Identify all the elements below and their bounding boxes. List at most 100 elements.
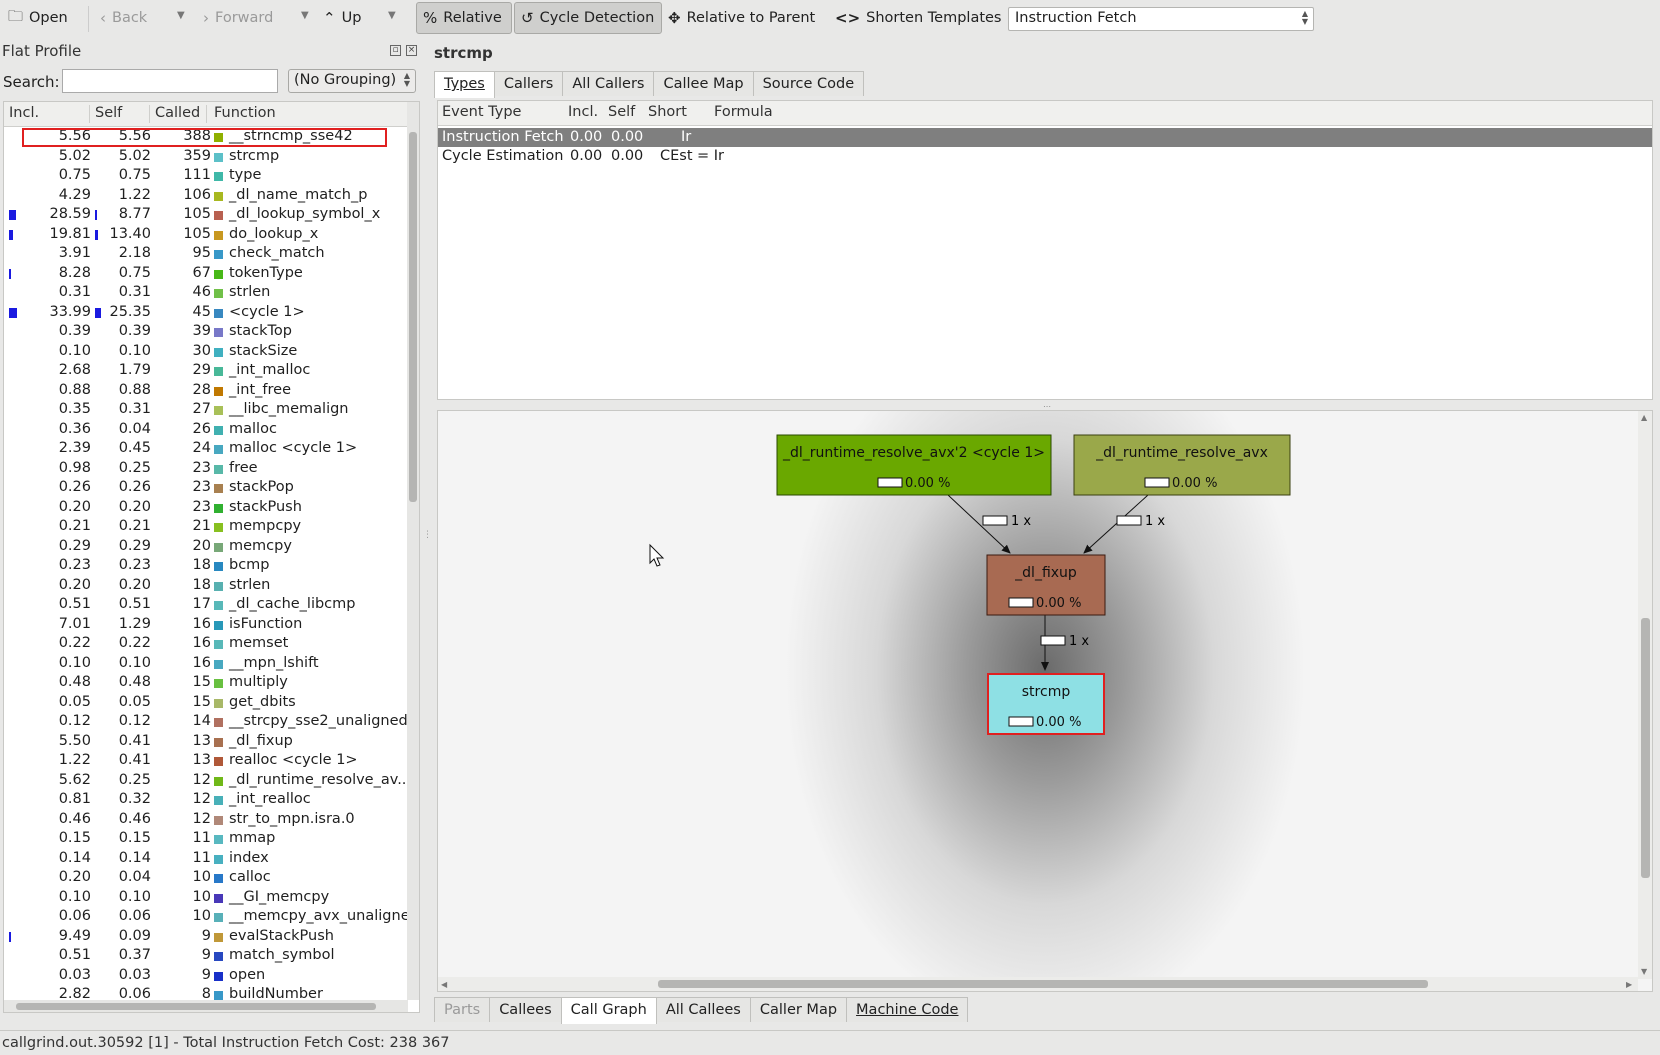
table-row[interactable]: 0.14 0.14 11 index	[4, 849, 408, 869]
table-row[interactable]: 5.50 0.41 13 _dl_fixup	[4, 732, 408, 752]
graph-node-dl-fixup[interactable]: _dl_fixup 0.00 %	[986, 554, 1106, 616]
tab-all-callees[interactable]: All Callees	[655, 997, 751, 1022]
table-row[interactable]: 0.10 0.10 16 __mpn_lshift	[4, 654, 408, 674]
tab-caller-map[interactable]: Caller Map	[749, 997, 848, 1022]
scroll-thumb[interactable]	[16, 1003, 376, 1010]
table-row[interactable]: 2.39 0.45 24 malloc <cycle 1>	[4, 439, 408, 459]
col-incl[interactable]: Incl.	[568, 104, 598, 120]
col-self[interactable]: Self	[95, 105, 122, 121]
col-function[interactable]: Function	[214, 105, 276, 121]
tab-source-code[interactable]: Source Code	[752, 71, 865, 96]
table-row[interactable]: 0.12 0.12 14 __strcpy_sse2_unaligned	[4, 712, 408, 732]
type-row-cycle-estimation[interactable]: Cycle Estimation 0.00 0.00 CEst = Ir	[438, 147, 1652, 166]
type-row-instruction-fetch[interactable]: Instruction Fetch 0.00 0.00 Ir	[438, 128, 1652, 147]
table-row[interactable]: 0.03 0.03 9 open	[4, 966, 408, 986]
tab-callee-map[interactable]: Callee Map	[653, 71, 754, 96]
scroll-left-icon[interactable]: ◀	[441, 980, 447, 989]
table-row[interactable]: 28.59 8.77 105 _dl_lookup_symbol_x	[4, 205, 408, 225]
table-row[interactable]: 0.29 0.29 20 memcpy	[4, 537, 408, 557]
forward-button[interactable]: › Forward	[203, 4, 273, 32]
table-row[interactable]: 0.20 0.04 10 calloc	[4, 868, 408, 888]
table-row[interactable]: 0.35 0.31 27 __libc_memalign	[4, 400, 408, 420]
table-row[interactable]: 0.48 0.48 15 multiply	[4, 673, 408, 693]
table-row[interactable]: 0.46 0.46 12 str_to_mpn.isra.0	[4, 810, 408, 830]
table-row[interactable]: 5.02 5.02 359 strcmp	[4, 147, 408, 167]
graph-node-strcmp[interactable]: strcmp 0.00 %	[987, 673, 1105, 735]
col-incl[interactable]: Incl.	[9, 105, 39, 121]
panel-splitter-handle[interactable]: ⋮	[423, 530, 432, 540]
table-row[interactable]: 0.31 0.31 46 strlen	[4, 283, 408, 303]
table-row[interactable]: 0.36 0.04 26 malloc	[4, 420, 408, 440]
table-row[interactable]: 0.20 0.20 23 stackPush	[4, 498, 408, 518]
scroll-thumb[interactable]	[409, 132, 417, 502]
table-row[interactable]: 0.26 0.26 23 stackPop	[4, 478, 408, 498]
relative-toggle[interactable]: % Relative	[416, 2, 512, 34]
table-row[interactable]: 0.21 0.21 21 mempcpy	[4, 517, 408, 537]
scroll-thumb[interactable]	[658, 980, 1428, 988]
table-row[interactable]: 0.81 0.32 12 _int_realloc	[4, 790, 408, 810]
table-row[interactable]: 0.06 0.06 10 __memcpy_avx_unaligned	[4, 907, 419, 927]
tab-callers[interactable]: Callers	[493, 71, 564, 96]
col-formula[interactable]: Formula	[714, 104, 773, 120]
col-event-type[interactable]: Event Type	[442, 104, 521, 120]
table-row[interactable]: 4.29 1.22 106 _dl_name_match_p	[4, 186, 408, 206]
graph-horizontal-scrollbar[interactable]: ◀ ▶	[438, 977, 1638, 991]
table-row[interactable]: 19.81 13.40 105 do_lookup_x	[4, 225, 408, 245]
scroll-thumb[interactable]	[1641, 618, 1650, 878]
graph-node-dl-runtime-resolve-avx[interactable]: _dl_runtime_resolve_avx 0.00 %	[1073, 434, 1291, 496]
table-row[interactable]: 9.49 0.09 9 evalStackPush	[4, 927, 408, 947]
float-panel-icon[interactable]: ▫	[390, 45, 401, 56]
table-row[interactable]: 1.22 0.41 13 realloc <cycle 1>	[4, 751, 408, 771]
tab-parts[interactable]: Parts	[434, 997, 491, 1022]
scroll-right-icon[interactable]: ▶	[1626, 980, 1632, 989]
table-row[interactable]: 0.51 0.51 17 _dl_cache_libcmp	[4, 595, 408, 615]
vertical-scrollbar[interactable]	[407, 102, 419, 1000]
table-row[interactable]: 7.01 1.29 16 isFunction	[4, 615, 408, 635]
scroll-down-icon[interactable]: ▼	[1641, 967, 1647, 976]
table-row[interactable]: 0.88 0.88 28 _int_free	[4, 381, 408, 401]
tab-callees[interactable]: Callees	[489, 997, 562, 1022]
open-button[interactable]: 🗀 Open	[8, 4, 68, 32]
event-type-select[interactable]: Instruction Fetch ▲ ▼	[1008, 7, 1314, 31]
cycle-detection-toggle[interactable]: ↺ Cycle Detection	[514, 2, 662, 34]
shorten-templates-toggle[interactable]: <> Shorten Templates	[835, 4, 1002, 32]
table-row[interactable]: 0.15 0.15 11 mmap	[4, 829, 408, 849]
table-row[interactable]: 0.10 0.10 10 __GI_memcpy	[4, 888, 408, 908]
col-short[interactable]: Short	[648, 104, 687, 120]
forward-dropdown-icon[interactable]: ▼	[301, 10, 309, 21]
col-called[interactable]: Called	[155, 105, 200, 121]
up-dropdown-icon[interactable]: ▼	[388, 10, 396, 21]
tab-all-callers[interactable]: All Callers	[562, 71, 655, 96]
tab-types[interactable]: Types	[434, 71, 495, 98]
up-button[interactable]: ⌃ Up	[323, 4, 361, 32]
tab-call-graph[interactable]: Call Graph	[560, 997, 657, 1024]
call-edge[interactable]: 1 x	[1083, 494, 1165, 554]
table-row[interactable]: 0.98 0.25 23 free	[4, 459, 408, 479]
back-dropdown-icon[interactable]: ▼	[177, 10, 185, 21]
table-row[interactable]: 0.75 0.75 111 type	[4, 166, 408, 186]
table-row[interactable]: 2.68 1.79 29 _int_malloc	[4, 361, 408, 381]
table-row[interactable]: 0.20 0.20 18 strlen	[4, 576, 408, 596]
close-panel-icon[interactable]: ×	[406, 45, 417, 56]
call-edge[interactable]: 1 x	[947, 494, 1031, 554]
scroll-up-icon[interactable]: ▲	[1641, 413, 1647, 422]
grouping-select[interactable]: (No Grouping) ▲ ▼	[288, 69, 416, 93]
table-row[interactable]: 0.39 0.39 39 stackTop	[4, 322, 408, 342]
relative-to-parent-toggle[interactable]: ✥ Relative to Parent	[668, 4, 815, 32]
call-edge[interactable]: 1 x	[1040, 615, 1089, 671]
call-graph-canvas[interactable]: 1 x 1 x 1 x _dl_runtime_resolve_avx'2 <c…	[437, 410, 1653, 992]
table-row[interactable]: 0.22 0.22 16 memset	[4, 634, 408, 654]
table-row[interactable]: 8.28 0.75 67 tokenType	[4, 264, 408, 284]
table-row[interactable]: 0.23 0.23 18 bcmp	[4, 556, 408, 576]
col-self[interactable]: Self	[608, 104, 635, 120]
search-input[interactable]	[62, 69, 278, 93]
table-row[interactable]: 0.05 0.05 15 get_dbits	[4, 693, 408, 713]
table-row[interactable]: 0.10 0.10 30 stackSize	[4, 342, 408, 362]
horizontal-scrollbar[interactable]	[4, 1000, 408, 1012]
flat-profile-table[interactable]: Incl. Self Called Function 5.56 5.56 388 __…	[3, 101, 420, 1013]
table-row[interactable]: 0.51 0.37 9 match_symbol	[4, 946, 408, 966]
graph-vertical-scrollbar[interactable]: ▲ ▼	[1638, 411, 1652, 979]
event-types-table[interactable]: Event Type Incl. Self Short Formula Inst…	[437, 100, 1653, 400]
back-button[interactable]: ‹ Back	[100, 4, 147, 32]
table-row[interactable]: 3.91 2.18 95 check_match	[4, 244, 408, 264]
